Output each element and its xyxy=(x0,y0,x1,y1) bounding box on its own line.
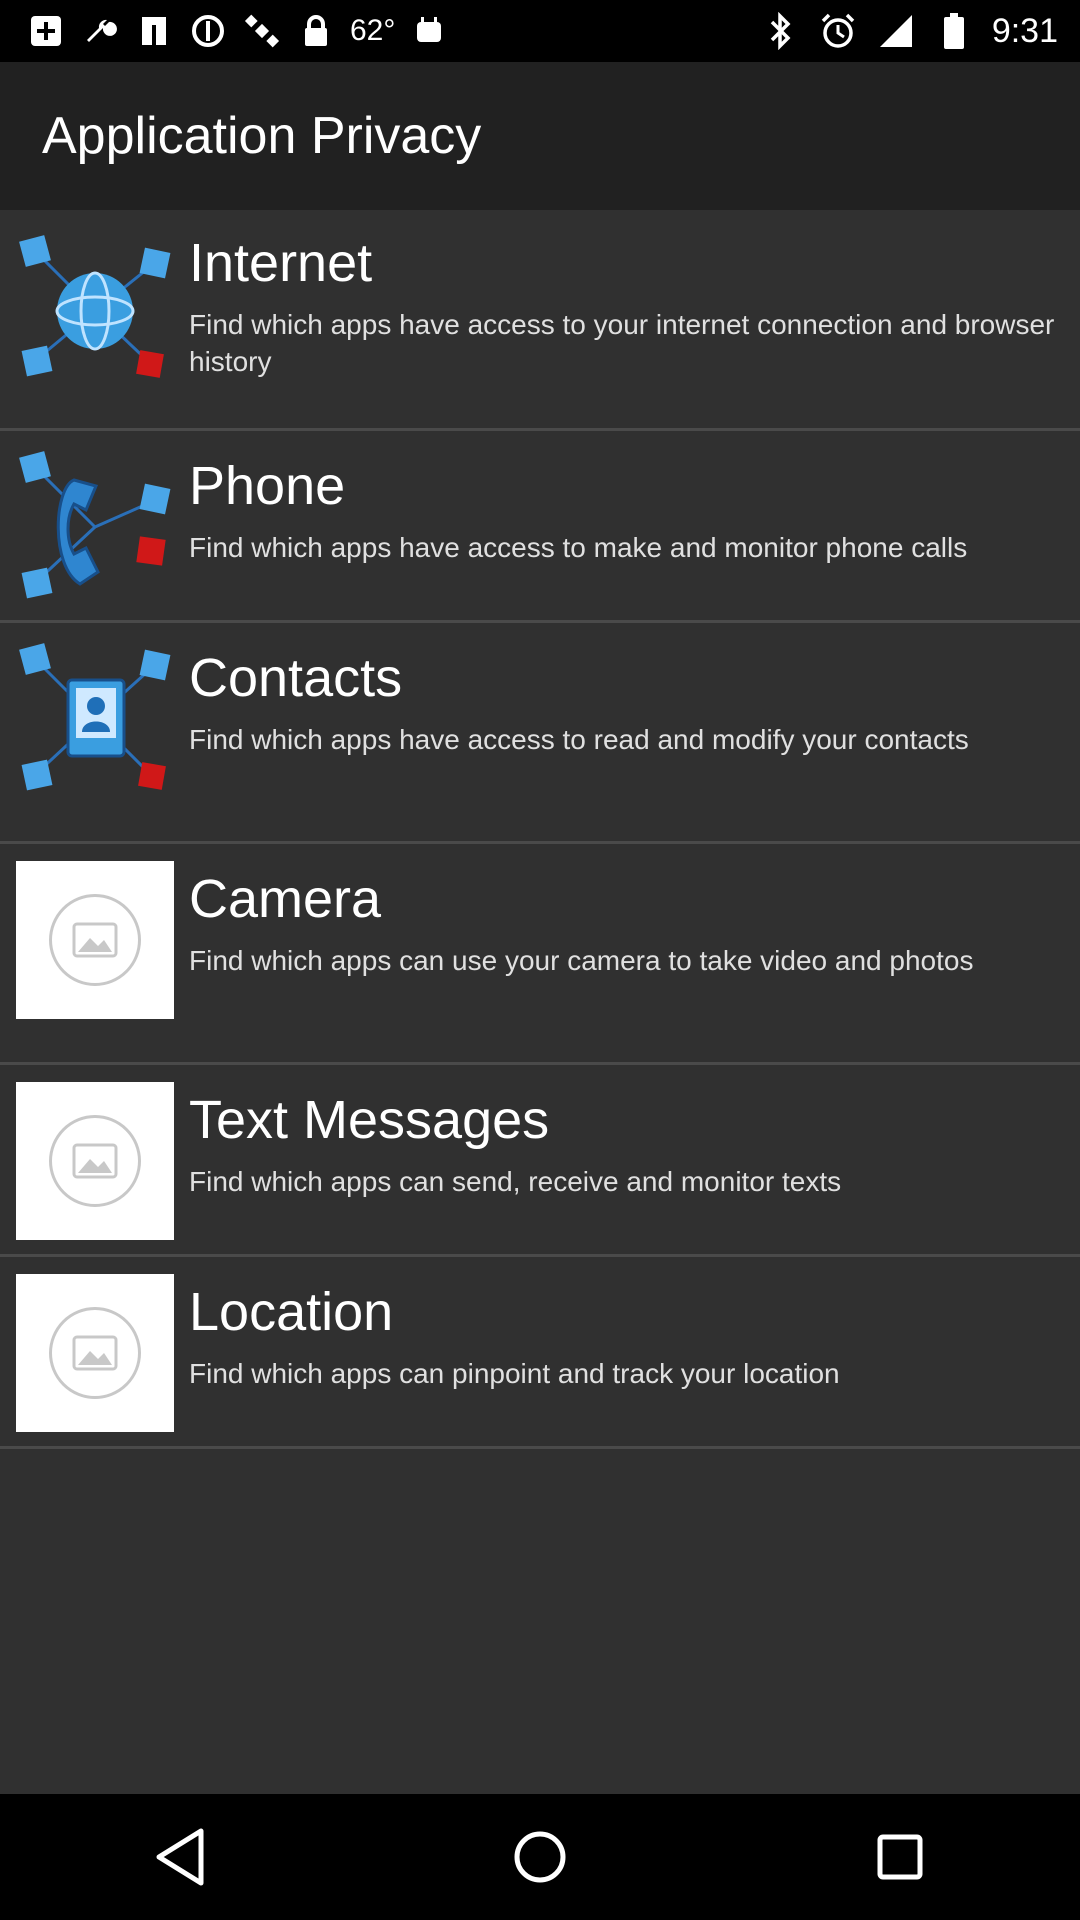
block-icon xyxy=(188,11,228,51)
signal-icon xyxy=(876,11,916,51)
back-icon[interactable] xyxy=(120,1807,240,1907)
navigation-bar xyxy=(0,1794,1080,1920)
page-title: Application Privacy xyxy=(42,107,482,165)
phone-network-icon xyxy=(16,448,174,606)
image-placeholder-icon xyxy=(16,861,174,1019)
contacts-network-icon xyxy=(16,640,174,798)
home-icon[interactable] xyxy=(480,1807,600,1907)
app-bar: Application Privacy xyxy=(0,62,1080,210)
temperature-text: 62° xyxy=(350,14,396,47)
item-title: Phone xyxy=(189,456,346,516)
list-item-internet[interactable]: Internet Find which apps have access to … xyxy=(0,210,1080,431)
list-item-camera[interactable]: Camera Find which apps can use your came… xyxy=(0,844,1080,1065)
wrench-icon xyxy=(80,11,120,51)
list-item-contacts[interactable]: Contacts Find which apps have access to … xyxy=(0,623,1080,844)
list-item-text-messages[interactable]: Text Messages Find which apps can send, … xyxy=(0,1065,1080,1257)
recents-icon[interactable] xyxy=(840,1807,960,1907)
clock-time: 9:31 xyxy=(991,11,1058,50)
item-description: Find which apps have access to read and … xyxy=(189,724,969,755)
privacy-list: Internet Find which apps have access to … xyxy=(0,210,1080,1794)
item-description: Find which apps can pinpoint and track y… xyxy=(189,1358,840,1389)
item-title: Internet xyxy=(189,233,373,293)
list-item-phone[interactable]: Phone Find which apps have access to mak… xyxy=(0,431,1080,623)
item-description: Find which apps have access to make and … xyxy=(189,532,968,563)
item-title: Text Messages xyxy=(189,1090,550,1150)
list-item-location[interactable]: Location Find which apps can pinpoint an… xyxy=(0,1257,1080,1449)
bluetooth-icon xyxy=(760,11,800,51)
lock-icon xyxy=(296,11,336,51)
satellite-icon xyxy=(242,11,282,51)
alarm-icon xyxy=(818,11,858,51)
status-bar: 62° 9:31 xyxy=(0,0,1080,62)
pause-icon xyxy=(134,11,174,51)
image-placeholder-icon xyxy=(16,1082,174,1240)
globe-network-icon xyxy=(16,232,174,390)
add-box-icon xyxy=(26,11,66,51)
item-description: Find which apps can use your camera to t… xyxy=(189,945,974,976)
item-description: Find which apps can send, receive and mo… xyxy=(189,1166,842,1197)
item-title: Contacts xyxy=(189,648,403,708)
android-icon xyxy=(409,11,449,51)
item-description: Find which apps have access to your inte… xyxy=(189,309,1055,377)
item-title: Location xyxy=(189,1282,394,1342)
item-title: Camera xyxy=(189,869,382,929)
battery-icon xyxy=(934,11,974,51)
image-placeholder-icon xyxy=(16,1274,174,1432)
